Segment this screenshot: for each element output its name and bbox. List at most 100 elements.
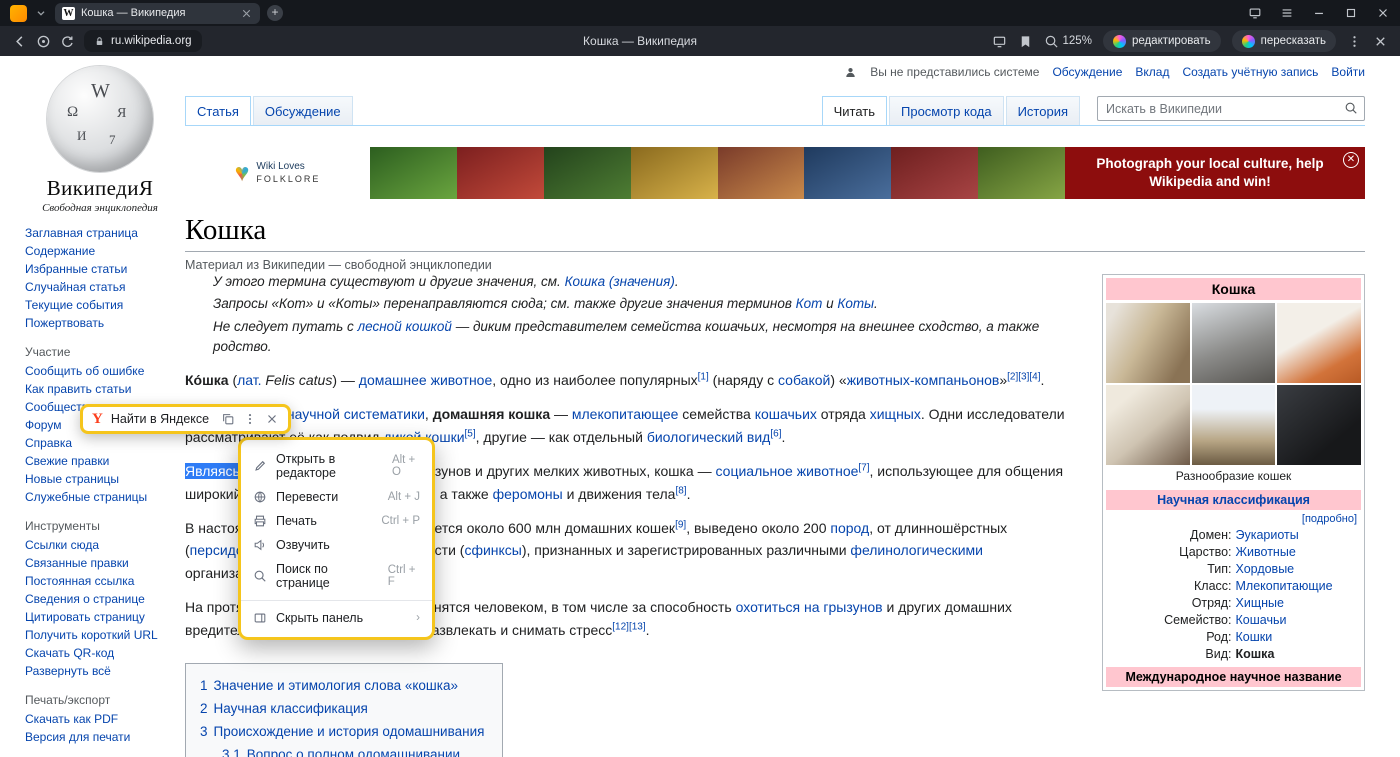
- sidebar-item[interactable]: Избранные статьи: [25, 260, 175, 278]
- sidebar-item[interactable]: Сведения о странице: [25, 590, 175, 608]
- sidebar-item[interactable]: Пожертвовать: [25, 314, 175, 332]
- context-menu-item[interactable]: ПеревестиAlt + J: [241, 485, 432, 509]
- find-in-yandex-label[interactable]: Найти в Яндексе: [111, 412, 213, 426]
- reference-link[interactable]: [5]: [465, 428, 476, 439]
- back-button[interactable]: [12, 34, 27, 49]
- page-tab[interactable]: История: [1006, 96, 1080, 125]
- edit-button[interactable]: редактировать: [1103, 30, 1221, 52]
- gray-cat-photo[interactable]: [1192, 303, 1276, 383]
- taxonomy-value[interactable]: Млекопитающие: [1236, 578, 1362, 595]
- wiki-link[interactable]: Коты: [837, 296, 874, 311]
- sidebar-item[interactable]: Цитировать страницу: [25, 608, 175, 626]
- white-and-red-cat-photo[interactable]: [1277, 303, 1361, 383]
- new-tab-button[interactable]: +: [267, 5, 283, 21]
- wiki-link[interactable]: пород: [830, 520, 869, 536]
- copy-icon[interactable]: [221, 412, 235, 426]
- browser-tab[interactable]: W Кошка — Википедия: [55, 3, 260, 24]
- sidebar-item[interactable]: Развернуть всё: [25, 662, 175, 680]
- more-options-icon[interactable]: [243, 412, 257, 426]
- toc-item[interactable]: 2Научная классификация: [200, 698, 484, 721]
- profile-avatar[interactable]: [10, 5, 27, 22]
- banner-close-icon[interactable]: ✕: [1343, 152, 1359, 168]
- sidebar-item[interactable]: Случайная статья: [25, 278, 175, 296]
- sidebar-item[interactable]: Версия для печати: [25, 728, 175, 746]
- page-tab[interactable]: Читать: [822, 96, 887, 125]
- wiki-link[interactable]: сфинксы: [464, 542, 521, 558]
- yandex-find-bar[interactable]: Y Найти в Яндексе: [80, 404, 291, 434]
- collections-icon[interactable]: [992, 34, 1007, 49]
- context-menu-item[interactable]: Поиск по страницеCtrl + F: [241, 557, 432, 595]
- wikipedia-logo[interactable]: W Ω Я И 7: [47, 66, 153, 172]
- taxonomy-value[interactable]: Хордовые: [1236, 561, 1362, 578]
- sidebar-item[interactable]: Скачать как PDF: [25, 710, 175, 728]
- taxonomy-value[interactable]: Эукариоты: [1236, 527, 1362, 544]
- close-find-bar-icon[interactable]: [265, 412, 279, 426]
- sidebar-item[interactable]: Как править статьи: [25, 380, 175, 398]
- tab-close-icon[interactable]: [240, 7, 253, 20]
- userbar-link[interactable]: Обсуждение: [1052, 65, 1122, 79]
- wiki-link[interactable]: кошачьих: [755, 406, 817, 422]
- sidebar-item[interactable]: Связанные правки: [25, 554, 175, 572]
- wiki-link[interactable]: хищных: [870, 406, 921, 422]
- wiki-link[interactable]: лесной кошкой: [358, 319, 452, 334]
- sidebar-item[interactable]: Служебные страницы: [25, 488, 175, 506]
- browser-menu-icon[interactable]: [1280, 6, 1294, 20]
- context-menu-item[interactable]: ПечатьCtrl + P: [241, 509, 432, 533]
- details-link[interactable]: [подробно]: [1106, 510, 1361, 527]
- reference-link[interactable]: [8]: [675, 485, 686, 496]
- classification-link[interactable]: Научная классификация: [1157, 493, 1310, 507]
- taxonomy-value[interactable]: Кошки: [1236, 629, 1362, 646]
- tabby-cat-lying-photo[interactable]: [1106, 303, 1190, 383]
- sidebar-item[interactable]: Справка: [25, 434, 175, 452]
- sidebar-item[interactable]: Сообщить об ошибке: [25, 362, 175, 380]
- wiki-link[interactable]: животных-компаньонов: [847, 372, 1000, 388]
- page-tab[interactable]: Просмотр кода: [889, 96, 1004, 125]
- reference-link[interactable]: [6]: [770, 428, 781, 439]
- wiki-link[interactable]: Кошка (значения): [565, 274, 675, 289]
- retell-button[interactable]: пересказать: [1232, 30, 1336, 52]
- maximize-icon[interactable]: [1344, 6, 1358, 20]
- page-tab[interactable]: Обсуждение: [253, 96, 353, 125]
- wiki-link[interactable]: феромоны: [493, 486, 563, 502]
- toc-item[interactable]: 3Происхождение и история одомашнивания: [200, 721, 484, 744]
- black-cat-photo[interactable]: [1277, 385, 1361, 465]
- sidebar-item[interactable]: Заглавная страница: [25, 224, 175, 242]
- sidebar-item[interactable]: Текущие события: [25, 296, 175, 314]
- wiki-link[interactable]: фелинологическими: [850, 542, 983, 558]
- reference-link[interactable]: [1]: [698, 371, 709, 382]
- taxonomy-value[interactable]: Кошачьи: [1236, 612, 1362, 629]
- toc-item[interactable]: 3.1Вопрос о полном одомашнивании: [200, 744, 484, 757]
- wiki-link[interactable]: домашнее животное: [359, 372, 492, 388]
- wiki-link[interactable]: лат.: [237, 372, 261, 388]
- userbar-link[interactable]: Войти: [1331, 65, 1365, 79]
- context-menu-item[interactable]: Озвучить: [241, 533, 432, 557]
- cast-icon[interactable]: [1248, 6, 1262, 20]
- close-panel-icon[interactable]: [1373, 34, 1388, 49]
- kebab-menu-icon[interactable]: [1347, 34, 1362, 49]
- minimize-icon[interactable]: [1312, 6, 1326, 20]
- sidebar-item[interactable]: Скачать QR-код: [25, 644, 175, 662]
- wiki-link[interactable]: охотиться на грызунов: [736, 599, 883, 615]
- close-icon[interactable]: [1376, 6, 1390, 20]
- fundraising-banner[interactable]: ♥ Wiki Loves FOLKLORE Photograph your lo…: [185, 147, 1365, 199]
- wiki-link[interactable]: млекопитающее: [572, 406, 679, 422]
- sidebar-item[interactable]: Новые страницы: [25, 470, 175, 488]
- reference-link[interactable]: [2][3][4]: [1007, 371, 1040, 382]
- reference-link[interactable]: [12][13]: [612, 621, 645, 632]
- wikipedia-wordmark[interactable]: ВикипедиЯ: [25, 176, 175, 201]
- bookmark-icon[interactable]: [1018, 34, 1033, 49]
- sidebar-item[interactable]: Содержание: [25, 242, 175, 260]
- wiki-link[interactable]: научной систематики: [287, 406, 425, 422]
- wiki-link[interactable]: биологический вид: [647, 429, 771, 445]
- userbar-link[interactable]: Создать учётную запись: [1182, 65, 1318, 79]
- sidebar-item[interactable]: Свежие правки: [25, 452, 175, 470]
- userbar-link[interactable]: Вклад: [1135, 65, 1169, 79]
- address-bar[interactable]: ru.wikipedia.org: [84, 30, 202, 52]
- wiki-link[interactable]: социальное животное: [716, 463, 859, 479]
- wiki-link[interactable]: Кот: [796, 296, 823, 311]
- sidebar-item[interactable]: Постоянная ссылка: [25, 572, 175, 590]
- page-tab[interactable]: Статья: [185, 96, 251, 125]
- tabby-cat-in-snow-photo[interactable]: [1192, 385, 1276, 465]
- sidebar-item[interactable]: Ссылки сюда: [25, 536, 175, 554]
- taxonomy-value[interactable]: Хищные: [1236, 595, 1362, 612]
